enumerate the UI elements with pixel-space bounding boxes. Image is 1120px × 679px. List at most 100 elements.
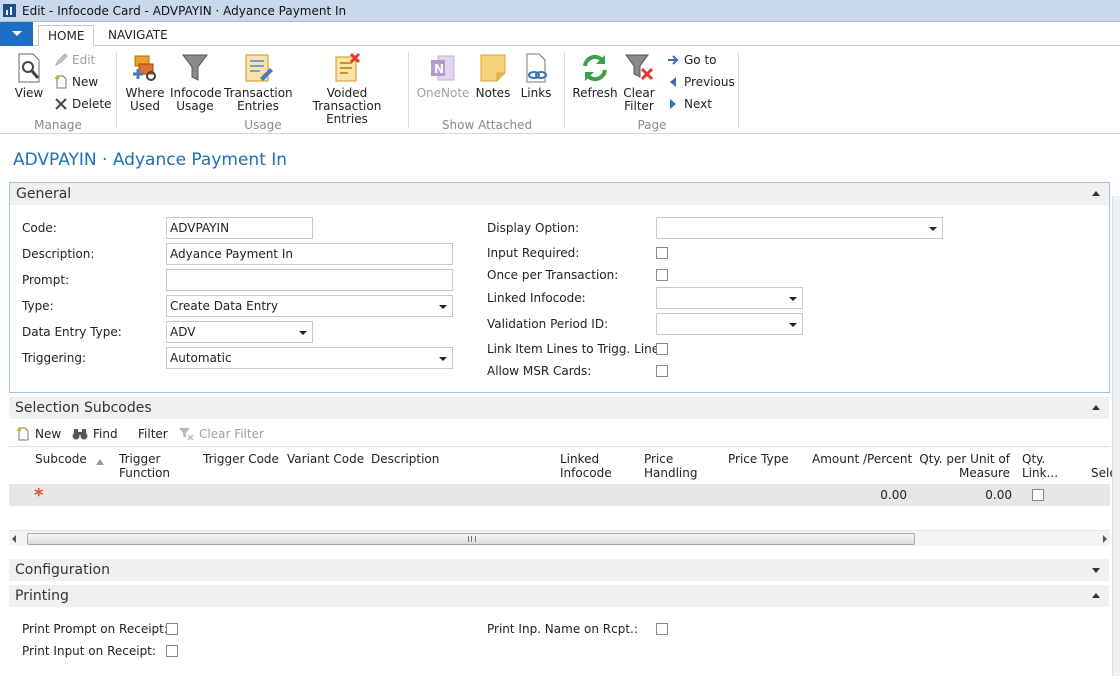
subcode-find-button[interactable]: Find: [72, 426, 118, 442]
qty-link-checkbox[interactable]: [1032, 489, 1044, 501]
display-option-dropdown[interactable]: [656, 217, 943, 239]
chevron-down-icon[interactable]: [1092, 568, 1100, 573]
arrow-right-icon: [668, 55, 679, 65]
go-to-button[interactable]: Go to: [666, 51, 717, 69]
subcode-filter-button[interactable]: Filter: [138, 426, 168, 442]
configuration-header[interactable]: Configuration: [9, 559, 1109, 581]
linked-infocode-dropdown[interactable]: [656, 287, 803, 309]
where-used-icon: [133, 55, 156, 81]
edit-icon: [54, 53, 68, 67]
col-qty-link[interactable]: Qty. Link...: [1022, 452, 1058, 480]
group-label-show-attached: Show Attached: [441, 118, 533, 132]
general-fasttab-header[interactable]: General: [10, 183, 1109, 205]
col-trigger-function[interactable]: Trigger Function: [119, 452, 170, 480]
linked-infocode-label: Linked Infocode:: [487, 291, 586, 305]
col-price-type[interactable]: Price Type: [728, 452, 789, 466]
table-row[interactable]: * 0.00 0.00: [9, 484, 1110, 506]
code-field[interactable]: ADVPAYIN: [166, 217, 313, 239]
svg-text:N: N: [434, 62, 444, 76]
selection-subcodes-title: Selection Subcodes: [15, 400, 152, 416]
scroll-left-icon[interactable]: [12, 535, 16, 543]
filter-funnel-icon: [182, 54, 208, 81]
col-price-handling[interactable]: Price Handling: [644, 452, 698, 480]
print-prompt-checkbox[interactable]: [166, 623, 178, 635]
app-menu-button[interactable]: [0, 22, 33, 46]
tab-navigate[interactable]: NAVIGATE: [99, 25, 177, 46]
go-to-label: Go to: [684, 53, 717, 67]
col-qty-per-unit[interactable]: Qty. per Unit of Measure: [914, 452, 1010, 480]
data-entry-type-label: Data Entry Type:: [22, 325, 122, 339]
col-subcode[interactable]: Subcode: [35, 452, 87, 466]
prompt-field[interactable]: [166, 269, 453, 291]
print-prompt-label: Print Prompt on Receipt:: [22, 622, 168, 636]
triggering-label: Triggering:: [22, 351, 86, 365]
ribbon-tab-row: HOME NAVIGATE: [0, 22, 1120, 46]
links-button[interactable]: Links: [518, 52, 554, 100]
description-field[interactable]: Adyance Payment In: [166, 243, 453, 265]
validation-period-id-dropdown[interactable]: [656, 313, 803, 335]
tab-home[interactable]: HOME: [38, 25, 95, 46]
link-item-lines-checkbox[interactable]: [656, 343, 668, 355]
clear-filter-icon: [625, 54, 654, 81]
edit-button[interactable]: Edit: [54, 51, 95, 69]
clear-filter-button[interactable]: Clear Filter: [620, 52, 658, 113]
chevron-up-icon[interactable]: [1092, 405, 1100, 410]
horizontal-scrollbar[interactable]: [9, 530, 1110, 546]
sort-ascending-icon[interactable]: [96, 459, 104, 465]
chevron-up-icon[interactable]: [1092, 191, 1100, 196]
subcodes-grid-header: Subcode Trigger Function Trigger Code Var…: [9, 446, 1117, 484]
new-label: New: [72, 75, 99, 89]
print-inp-name-checkbox[interactable]: [656, 623, 668, 635]
once-per-transaction-checkbox[interactable]: [656, 269, 668, 281]
type-dropdown[interactable]: Create Data Entry: [166, 295, 453, 317]
delete-button[interactable]: Delete: [54, 95, 111, 113]
data-entry-type-dropdown[interactable]: ADV: [166, 321, 313, 343]
vertical-scrollbar[interactable]: [1112, 196, 1120, 676]
previous-button[interactable]: Previous: [666, 73, 735, 91]
previous-label: Previous: [684, 75, 735, 89]
subcode-clear-filter-button[interactable]: Clear Filter: [178, 426, 264, 442]
subcode-new-label: New: [35, 427, 62, 441]
scrollbar-thumb[interactable]: [27, 533, 915, 545]
refresh-button[interactable]: Refresh: [572, 52, 618, 100]
new-button[interactable]: New: [54, 73, 98, 91]
selection-subcodes-header[interactable]: Selection Subcodes: [9, 397, 1109, 419]
transaction-entries-button[interactable]: Transaction Entries: [224, 52, 293, 113]
subcode-new-button[interactable]: New: [16, 426, 61, 442]
col-description[interactable]: Description: [371, 452, 439, 466]
group-label-usage: Usage: [244, 118, 282, 132]
where-used-button[interactable]: Where Used: [124, 52, 166, 113]
window-title: Edit - Infocode Card - ADVPAYIN · Adyanc…: [22, 3, 347, 18]
notes-button[interactable]: Notes: [474, 52, 512, 100]
configuration-title: Configuration: [15, 562, 110, 578]
onenote-button[interactable]: N OneNote: [416, 52, 470, 100]
allow-msr-cards-checkbox[interactable]: [656, 365, 668, 377]
subcode-clear-filter-label: Clear Filter: [199, 427, 264, 441]
infocode-usage-button[interactable]: Infocode Usage: [170, 52, 222, 113]
col-trigger-code[interactable]: Trigger Code: [203, 452, 279, 466]
next-button[interactable]: Next: [666, 95, 712, 113]
input-required-checkbox[interactable]: [656, 247, 668, 259]
subcode-filter-label: Filter: [138, 427, 168, 441]
grip-icon: [468, 536, 476, 542]
printing-title: Printing: [15, 588, 69, 604]
printing-header[interactable]: Printing: [9, 585, 1109, 607]
clear-filter-label-2: Filter: [624, 99, 654, 113]
col-amount-percent[interactable]: Amount /Percent: [812, 452, 912, 466]
edit-label: Edit: [72, 53, 96, 67]
voided-transaction-entries-button[interactable]: Voided Transaction Entries: [296, 52, 398, 126]
once-per-transaction-label: Once per Transaction:: [487, 268, 619, 282]
triggering-dropdown[interactable]: Automatic: [166, 347, 453, 369]
group-separator: [116, 52, 117, 128]
new-icon: [16, 427, 29, 441]
print-input-checkbox[interactable]: [166, 645, 178, 657]
col-linked-infocode[interactable]: Linked Infocode: [560, 452, 612, 480]
amount-percent-cell[interactable]: 0.00: [869, 488, 907, 502]
scroll-right-icon[interactable]: [1103, 535, 1107, 543]
onenote-icon: N: [431, 55, 455, 81]
chevron-up-icon[interactable]: [1092, 593, 1100, 598]
col-variant-code[interactable]: Variant Code: [287, 452, 364, 466]
print-inp-name-label: Print Inp. Name on Rcpt.:: [487, 622, 638, 636]
qty-per-unit-cell[interactable]: 0.00: [973, 488, 1012, 502]
view-button[interactable]: View: [12, 52, 46, 100]
